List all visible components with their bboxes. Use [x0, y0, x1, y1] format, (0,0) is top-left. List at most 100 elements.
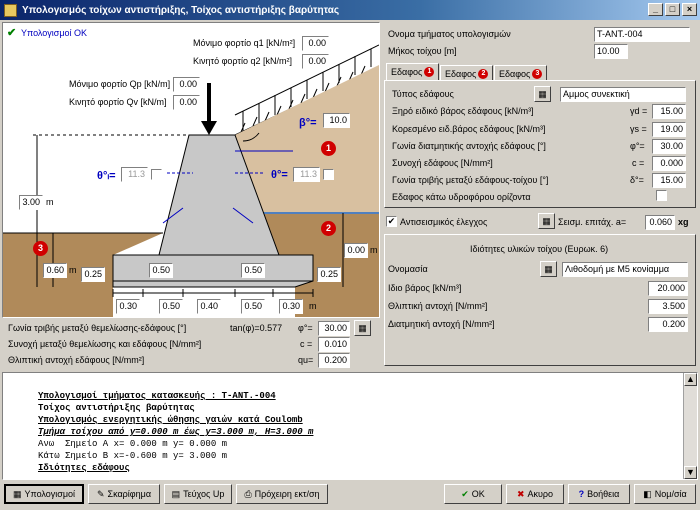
material-lookup-button[interactable]: ▦: [540, 261, 557, 277]
wall-footing: [112, 254, 314, 282]
report-area[interactable]: Υπολογισμοί τμήματος κατασκευής : T-ANT.…: [2, 372, 698, 480]
wall-length-input[interactable]: 10.00: [594, 44, 628, 59]
help-icon: ?: [578, 489, 585, 499]
ok-label: OK: [471, 489, 485, 499]
sat-weight-input[interactable]: 19.00: [652, 122, 686, 137]
close-button[interactable]: ×: [682, 3, 697, 16]
foundation-lookup-button[interactable]: ▦: [354, 320, 371, 336]
q1-input[interactable]: 0.00: [302, 36, 329, 51]
tab-soil-3[interactable]: Εδαφος 3: [494, 65, 548, 81]
left-depth-input[interactable]: 0.60: [43, 263, 67, 278]
table-icon: ▦: [542, 216, 551, 226]
sat-weight-label: Κορεσμένο ειδ.βάρος εδάφους [kN/m³]: [392, 124, 546, 134]
bearing-capacity-input[interactable]: 0.200: [318, 353, 350, 368]
material-name-label: Ονομασία: [388, 264, 428, 274]
wall-friction-input[interactable]: 15.00: [652, 173, 686, 188]
material-weight-input[interactable]: 20.000: [648, 281, 688, 296]
soil-type-input[interactable]: Αμμος συνεκτική: [560, 87, 686, 102]
seismic-accel-input[interactable]: 0.060: [645, 215, 675, 230]
dim-crest[interactable]: 0.40: [197, 299, 221, 314]
dim-left-toe[interactable]: 0.30: [116, 299, 140, 314]
soil-phi-input[interactable]: 30.00: [652, 139, 686, 154]
calc-status: Υπολογισμοί ΟΚ: [21, 28, 88, 38]
section-name-label: Ονομα τμήματος υπολογισμών: [388, 29, 511, 39]
soil-cohesion-input[interactable]: 0.000: [652, 156, 686, 171]
soil-type-lookup-button[interactable]: ▦: [534, 86, 551, 102]
ok-button[interactable]: ✔ OK: [444, 484, 502, 504]
check-icon: ✔: [461, 488, 469, 499]
dry-weight-input[interactable]: 15.00: [652, 104, 686, 119]
navigation-button[interactable]: ◧ Νομ/σία: [634, 484, 696, 504]
soil-cohesion-symbol: c =: [632, 158, 645, 168]
qv-input[interactable]: 0.00: [173, 95, 200, 110]
material-header: Ιδιότητες υλικών τοίχου (Ευρωκ. 6): [470, 244, 609, 254]
tab-soil-2-badge: 2: [478, 68, 489, 79]
q2-input[interactable]: 0.00: [302, 54, 329, 69]
foundation-phi-input[interactable]: 30.00: [318, 321, 350, 336]
seismic-lookup-button[interactable]: ▦: [538, 213, 555, 229]
dim-left-slope[interactable]: 0.50: [159, 299, 183, 314]
beta-input[interactable]: 10.0: [323, 113, 350, 128]
foundation-cohesion-input[interactable]: 0.010: [318, 337, 350, 352]
inner-right-height-input[interactable]: 0.50: [241, 263, 265, 278]
dim-right-slope[interactable]: 0.50: [241, 299, 265, 314]
theta-left-checkbox[interactable]: [151, 169, 162, 180]
help-button[interactable]: ? Βοήθεια: [568, 484, 630, 504]
sat-weight-symbol: γs =: [630, 124, 647, 134]
height-input[interactable]: 3.00: [19, 195, 43, 210]
theta-right-input[interactable]: 11.3: [293, 167, 320, 182]
qu-symbol: qu=: [298, 355, 314, 365]
material-shear-input[interactable]: 0.200: [648, 317, 688, 332]
window-title: Υπολογισμός τοίχων αντιστήριξης, Τοίχος …: [22, 4, 340, 16]
soil-phi-label: Γωνία διατμητικής αντοχής εδάφους [°]: [392, 141, 546, 151]
tab-soil-2[interactable]: Εδαφος 2: [440, 65, 494, 81]
theta-left-input[interactable]: 11.3: [121, 167, 148, 182]
calculations-label: Υπολογισμοί: [24, 489, 76, 499]
foundation-c-symbol: c =: [300, 339, 313, 349]
tab-soil-1[interactable]: Εδαφος 1: [386, 63, 440, 80]
report-up-button[interactable]: ▤ Τεύχος Up: [164, 484, 232, 504]
help-label: Βοήθεια: [587, 489, 620, 499]
cancel-icon: ✖: [516, 488, 525, 499]
qv-label: Κινητό φορτίο Qv [kN/m]: [69, 97, 167, 107]
left-toe-height-input[interactable]: 0.25: [81, 267, 105, 282]
seismic-label: Αντισεισμικός έλεγχος: [400, 217, 488, 227]
seismic-checkbox[interactable]: ✔: [386, 216, 397, 227]
printer-icon: ⎙: [244, 488, 252, 499]
minimize-button[interactable]: _: [648, 3, 663, 16]
tab-soil-1-badge: 1: [424, 67, 435, 77]
calculations-button[interactable]: ▦ Υπολογισμοί: [4, 484, 84, 504]
right-depth-input[interactable]: 0.00: [344, 243, 368, 258]
maximize-button[interactable]: □: [665, 3, 680, 16]
left-depth-unit: m: [69, 265, 77, 275]
sketch-button[interactable]: ✎ Σκαρίφημα: [88, 484, 160, 504]
tab-soil-3-badge: 3: [532, 68, 543, 79]
pencil-icon: ✎: [96, 488, 105, 499]
tab-soil-1-label: Εδαφος: [391, 67, 423, 77]
ok-check-icon: ✔: [7, 27, 17, 39]
scroll-down-button[interactable]: ▼: [684, 466, 697, 479]
theta-right-checkbox[interactable]: [323, 169, 334, 180]
report-scrollbar[interactable]: ▲ ▼: [683, 373, 697, 479]
title-bar: Υπολογισμός τοίχων αντιστήριξης, Τοίχος …: [0, 0, 700, 20]
scroll-up-button[interactable]: ▲: [684, 373, 697, 386]
right-toe-height-input[interactable]: 0.25: [317, 267, 341, 282]
water-table-checkbox[interactable]: [656, 190, 667, 201]
right-depth-unit: m: [370, 245, 378, 255]
dims-unit: m: [309, 301, 317, 311]
draft-print-button[interactable]: ⎙ Πρόχειρη εκτ/ση: [236, 484, 328, 504]
soil-cohesion-label: Συνοχή εδάφους [N/mm²]: [392, 158, 493, 168]
section-name-input[interactable]: T-ANT.-004: [594, 27, 690, 42]
report-line: Τοίχος αντιστήριξης βαρύτητας: [38, 403, 195, 413]
qp-input[interactable]: 0.00: [173, 77, 200, 92]
material-name-input[interactable]: Λιθοδομή με Μ5 κονίαμμα: [562, 262, 688, 277]
material-compressive-label: Θλιπτική αντοχή [N/mm²]: [388, 301, 488, 311]
foundation-phi-symbol: φ°=: [298, 323, 313, 333]
table-icon: ▦: [358, 323, 367, 333]
cancel-button[interactable]: ✖ Ακυρο: [506, 484, 564, 504]
dim-right-toe[interactable]: 0.30: [279, 299, 303, 314]
report-line: Ιδιότητες εδάφους: [38, 463, 130, 473]
inner-left-height-input[interactable]: 0.50: [149, 263, 173, 278]
report-up-label: Τεύχος Up: [183, 489, 225, 499]
material-compressive-input[interactable]: 3.500: [648, 299, 688, 314]
